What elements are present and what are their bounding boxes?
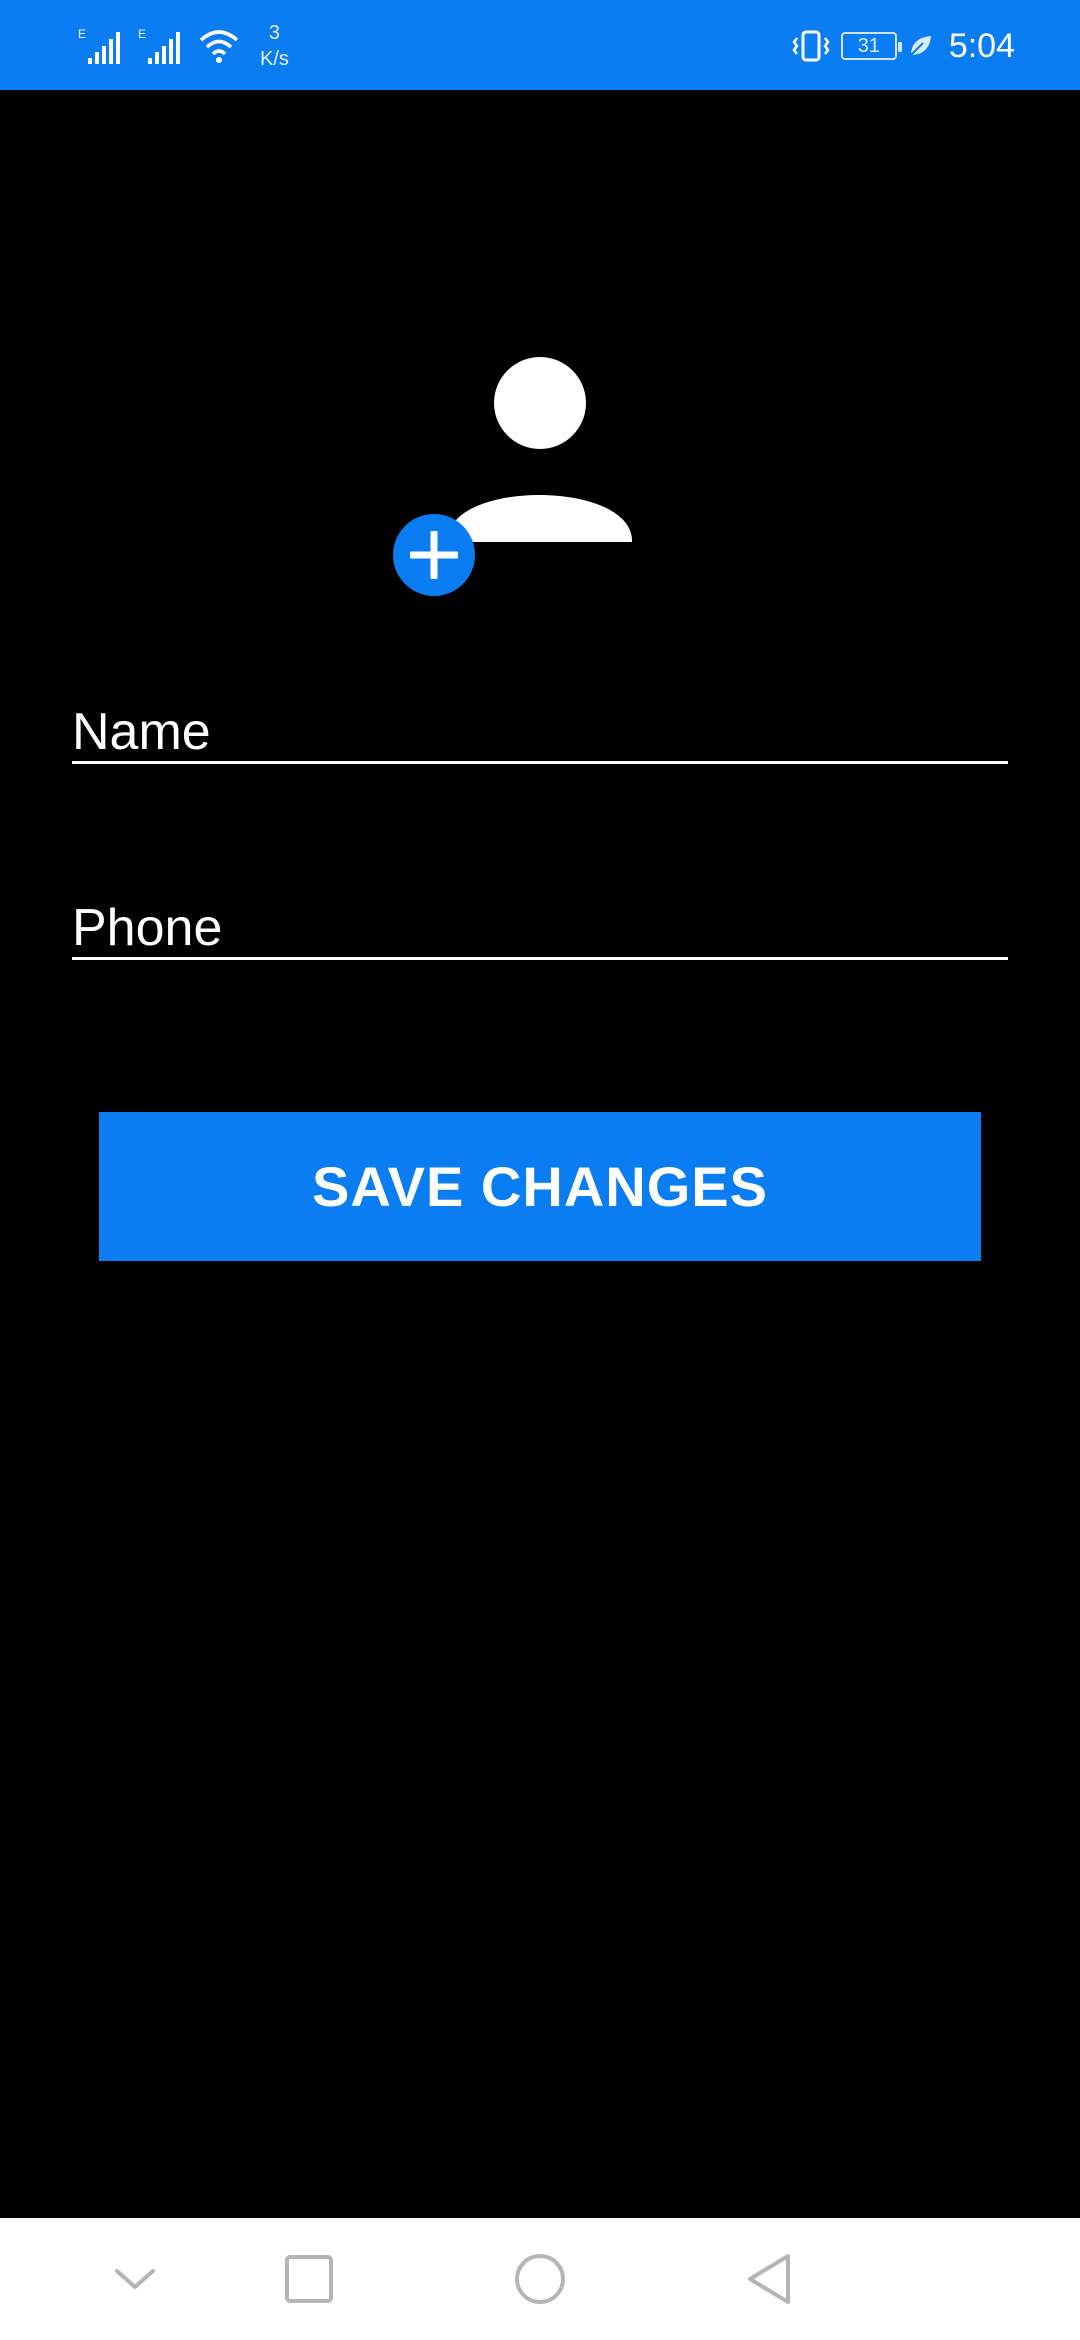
status-bar-left: E E 3 K/s [78,18,289,74]
app-root: E E 3 K/s 31 5:04 Name Phone SAVE CHANGE… [0,0,1080,2340]
phone-input[interactable] [72,898,1008,957]
signal-icon: E [78,26,124,66]
name-input[interactable] [72,702,1008,761]
network-speed: 3 K/s [260,23,289,69]
leaf-icon [907,33,933,59]
plus-icon [410,531,458,579]
network-speed-value: 3 [268,22,281,44]
signal-icon-2: E [138,26,184,66]
nav-home-button[interactable] [480,2218,600,2340]
square-icon [285,2255,333,2303]
wifi-icon [198,28,240,64]
battery-level: 31 [857,34,880,57]
phone-field[interactable] [72,898,1008,960]
circle-icon [515,2254,565,2304]
network-speed-unit: K/s [260,48,289,70]
status-bar: E E 3 K/s 31 5:04 [0,0,1080,90]
status-bar-right: 31 5:04 [791,18,1015,74]
nav-back-button[interactable] [709,2218,829,2340]
vibrate-icon [791,29,831,63]
name-field[interactable] [72,702,1008,764]
signal-label-1: E [78,27,86,41]
nav-recent-apps-button[interactable] [249,2218,369,2340]
battery-indicator: 31 [840,32,902,60]
add-photo-button[interactable] [393,514,475,596]
save-changes-button[interactable]: SAVE CHANGES [99,1112,981,1261]
signal-label-2: E [138,27,146,41]
triangle-back-icon [748,2254,790,2304]
nav-collapse-button[interactable] [75,2218,195,2340]
chevron-down-icon [115,2269,155,2289]
clock: 5:04 [948,26,1015,65]
navigation-bar [0,2218,1080,2340]
